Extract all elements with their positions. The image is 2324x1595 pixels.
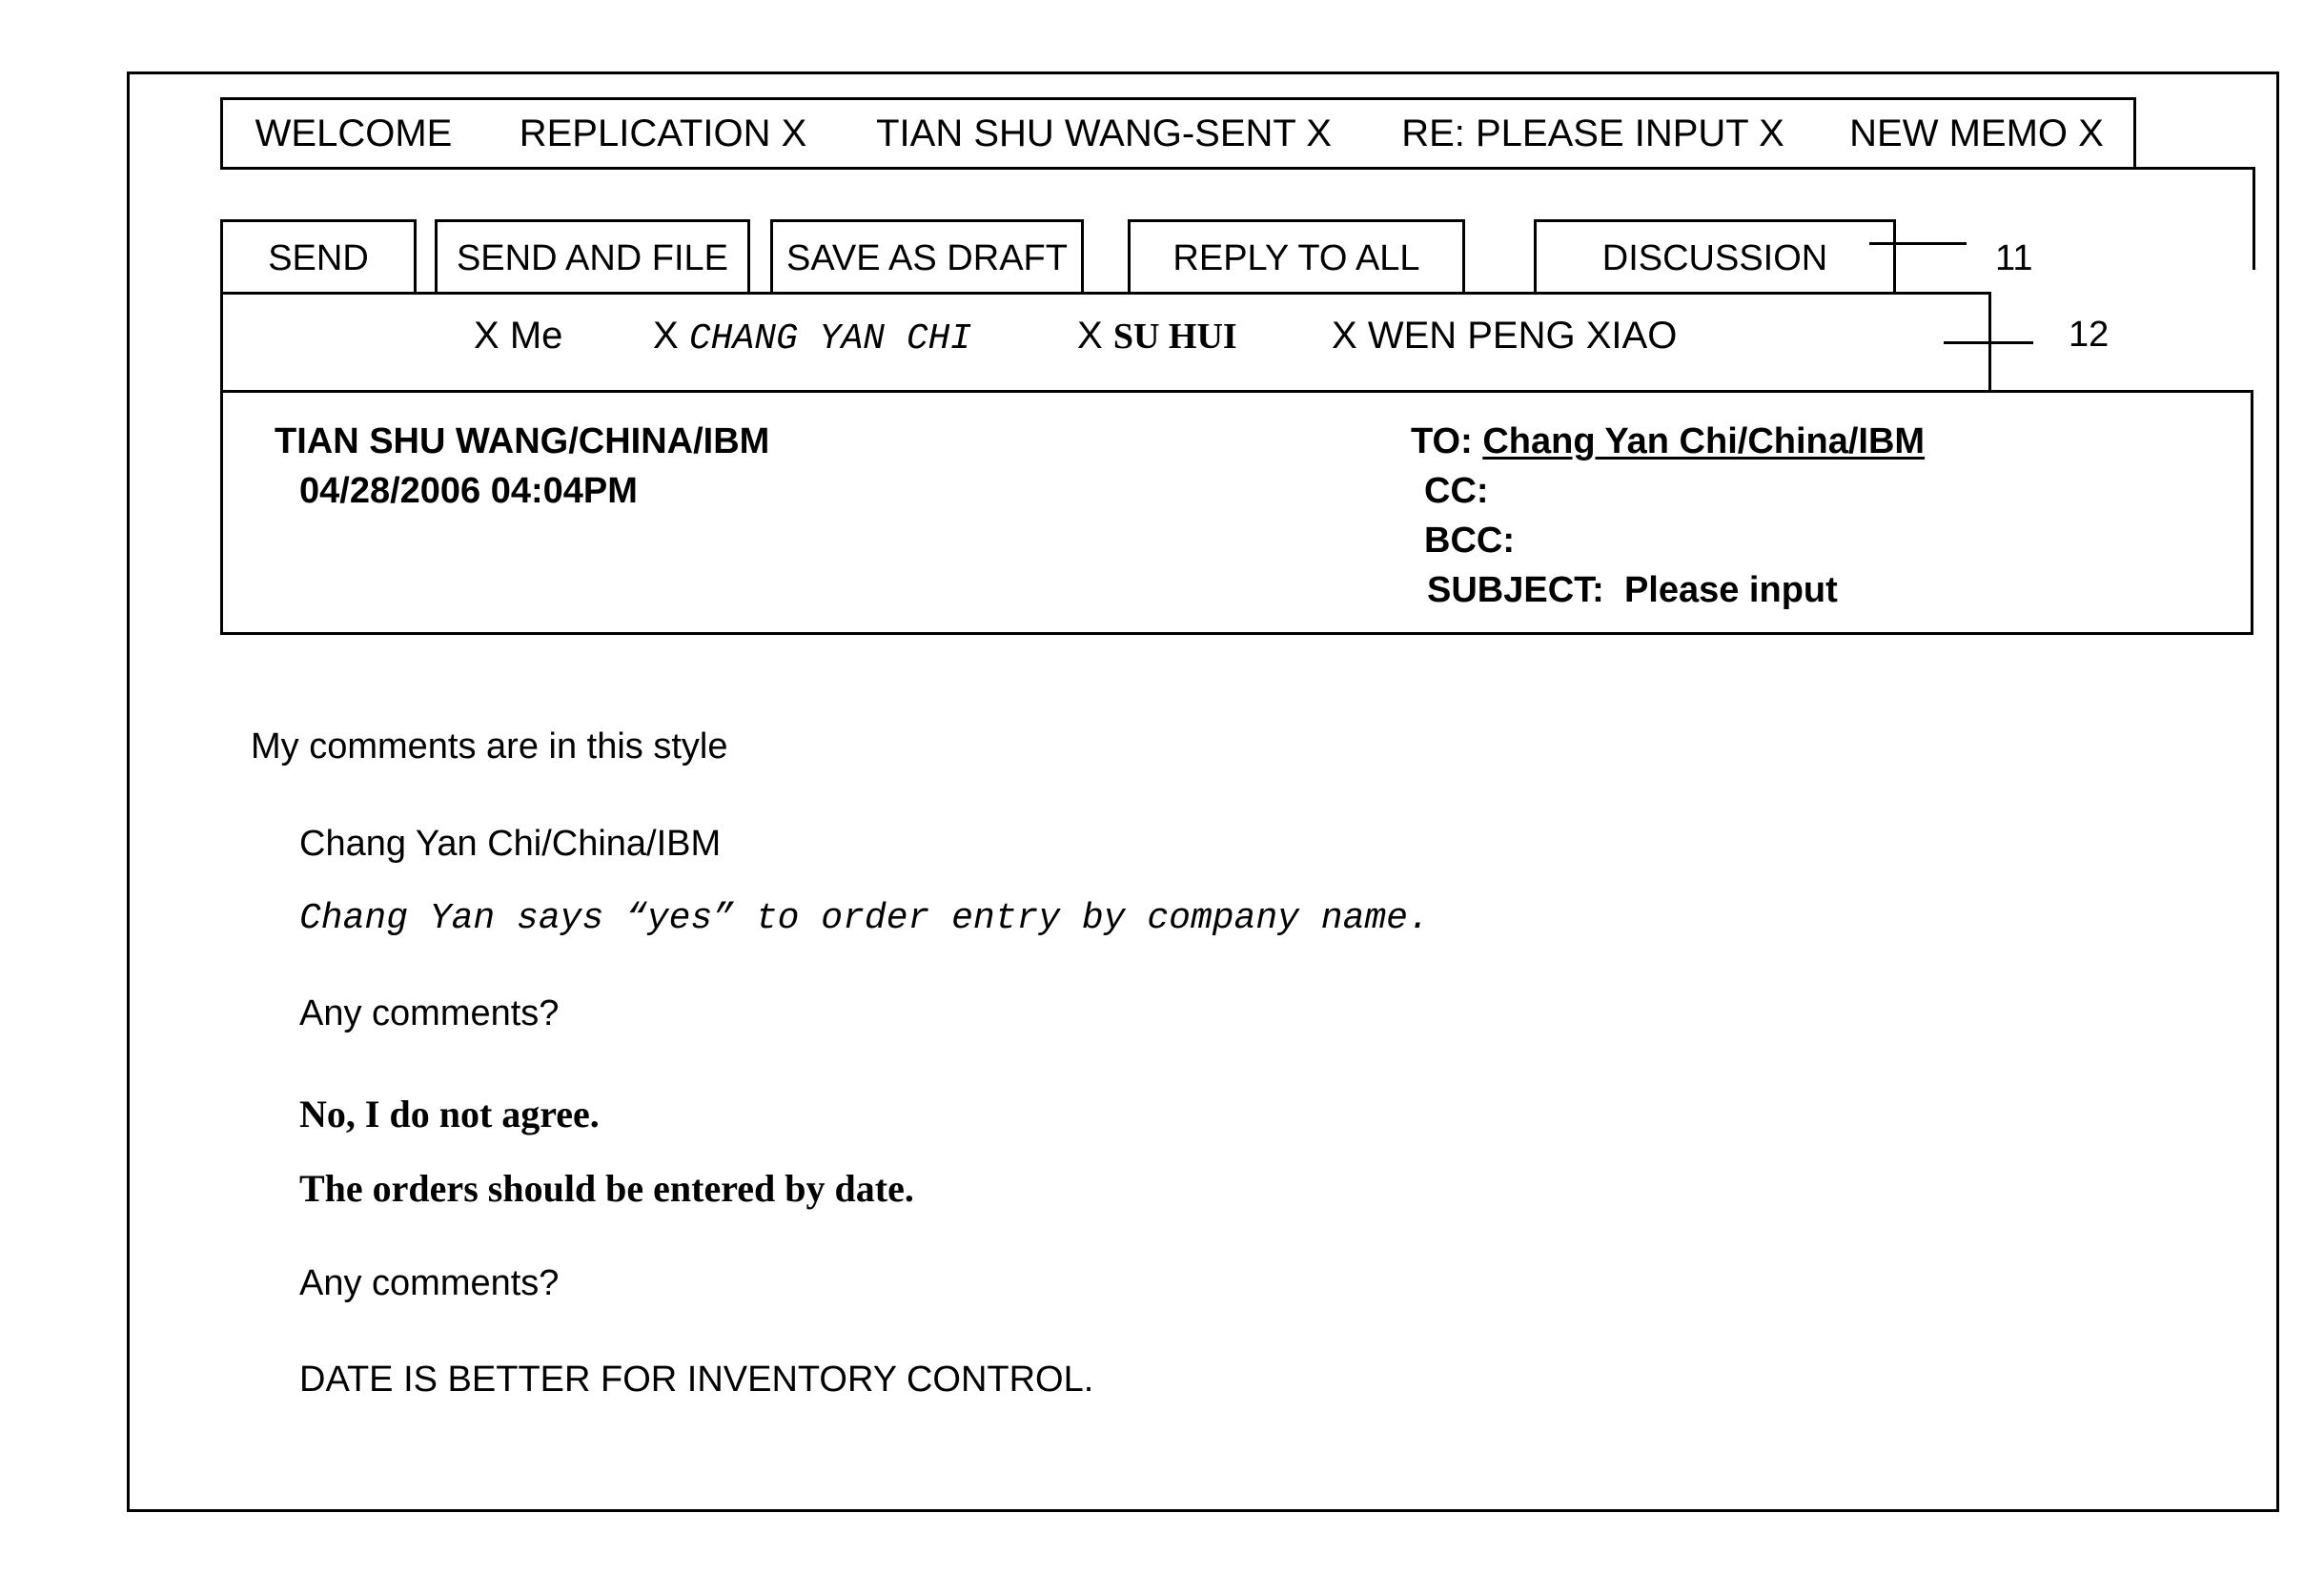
save-as-draft-label: SAVE AS DRAFT (786, 237, 1068, 278)
subject-value: Please input (1623, 570, 1838, 610)
reply-line-3: DATE IS BETTER FOR INVENTORY CONTROL. (299, 1360, 1094, 1400)
send-button-label: SEND (268, 237, 369, 278)
tab-content-border (2133, 167, 2255, 170)
tab-welcome[interactable]: WELCOME (220, 97, 487, 170)
remove-recipient-icon[interactable]: X (474, 315, 499, 357)
discussion-button[interactable]: DISCUSSION (1534, 219, 1896, 295)
quoted-author: Chang Yan Chi/China/IBM (299, 824, 722, 864)
tab-content-border-right (2253, 167, 2255, 270)
remove-recipient-icon[interactable]: X (653, 315, 679, 357)
remove-recipient-icon[interactable]: X (1077, 315, 1103, 357)
send-button[interactable]: SEND (220, 219, 417, 295)
recipient-name: SU HUI (1112, 317, 1237, 357)
remove-recipient-icon[interactable]: X (1332, 315, 1357, 357)
send-and-file-button[interactable]: SEND AND FILE (435, 219, 750, 295)
tab-label: RE: PLEASE INPUT X (1401, 112, 1784, 154)
comment-prompt-2: Any comments? (299, 1263, 560, 1303)
bcc-label: BCC: (1424, 521, 1515, 561)
to-field: TO: Chang Yan Chi/China/IBM (1411, 421, 1925, 462)
to-recipient-link[interactable]: Chang Yan Chi/China/IBM (1482, 421, 1925, 461)
sent-datetime: 04/28/2006 04:04PM (299, 471, 638, 511)
tab-label: TIAN SHU WANG-SENT X (876, 112, 1332, 154)
recipient-name: Me (509, 315, 563, 357)
callout-11-leader-line (1869, 242, 1967, 245)
reply-line-2: The orders should be entered by date. (299, 1167, 914, 1210)
subject-field: SUBJECT: Please input (1427, 570, 1838, 611)
recipient-me[interactable]: X Me (474, 315, 562, 358)
recipient-chang-yan-chi[interactable]: X CHANG YAN CHI (653, 315, 971, 359)
save-as-draft-button[interactable]: SAVE AS DRAFT (770, 219, 1084, 295)
tab-replication[interactable]: REPLICATION X (484, 97, 845, 170)
recipient-wen-peng-xiao[interactable]: X WEN PENG XIAO (1332, 315, 1677, 358)
reply-to-all-button[interactable]: REPLY TO ALL (1128, 219, 1465, 295)
send-and-file-label: SEND AND FILE (456, 237, 729, 278)
callout-12-label: 12 (2069, 315, 2110, 355)
sender-name: TIAN SHU WANG/CHINA/IBM (275, 421, 770, 461)
reply-to-all-label: REPLY TO ALL (1172, 237, 1420, 278)
tab-label: WELCOME (255, 112, 453, 154)
recipient-name: CHANG YAN CHI (688, 318, 972, 359)
tab-label: NEW MEMO X (1849, 112, 2104, 154)
tab-label: REPLICATION X (519, 112, 807, 154)
callout-12-leader-line (1944, 341, 2033, 344)
tab-re-please-input[interactable]: RE: PLEASE INPUT X (1366, 97, 1823, 170)
callout-11-label: 11 (1995, 238, 2033, 278)
body-intro: My comments are in this style (251, 726, 728, 767)
to-label: TO: (1411, 421, 1473, 461)
recipient-su-hui[interactable]: X SU HUI (1077, 315, 1237, 358)
tab-tian-shu-wang-sent[interactable]: TIAN SHU WANG-SENT X (842, 97, 1369, 170)
reply-line-1: No, I do not agree. (299, 1093, 600, 1135)
quoted-text: Chang Yan says “yes” to order entry by c… (299, 898, 1430, 939)
subject-label: SUBJECT: (1427, 570, 1604, 610)
tab-new-memo[interactable]: NEW MEMO X (1820, 97, 2136, 170)
cc-label: CC: (1424, 471, 1489, 511)
discussion-label: DISCUSSION (1601, 237, 1828, 278)
comment-prompt-1: Any comments? (299, 993, 560, 1033)
recipient-name: WEN PENG XIAO (1367, 315, 1678, 357)
